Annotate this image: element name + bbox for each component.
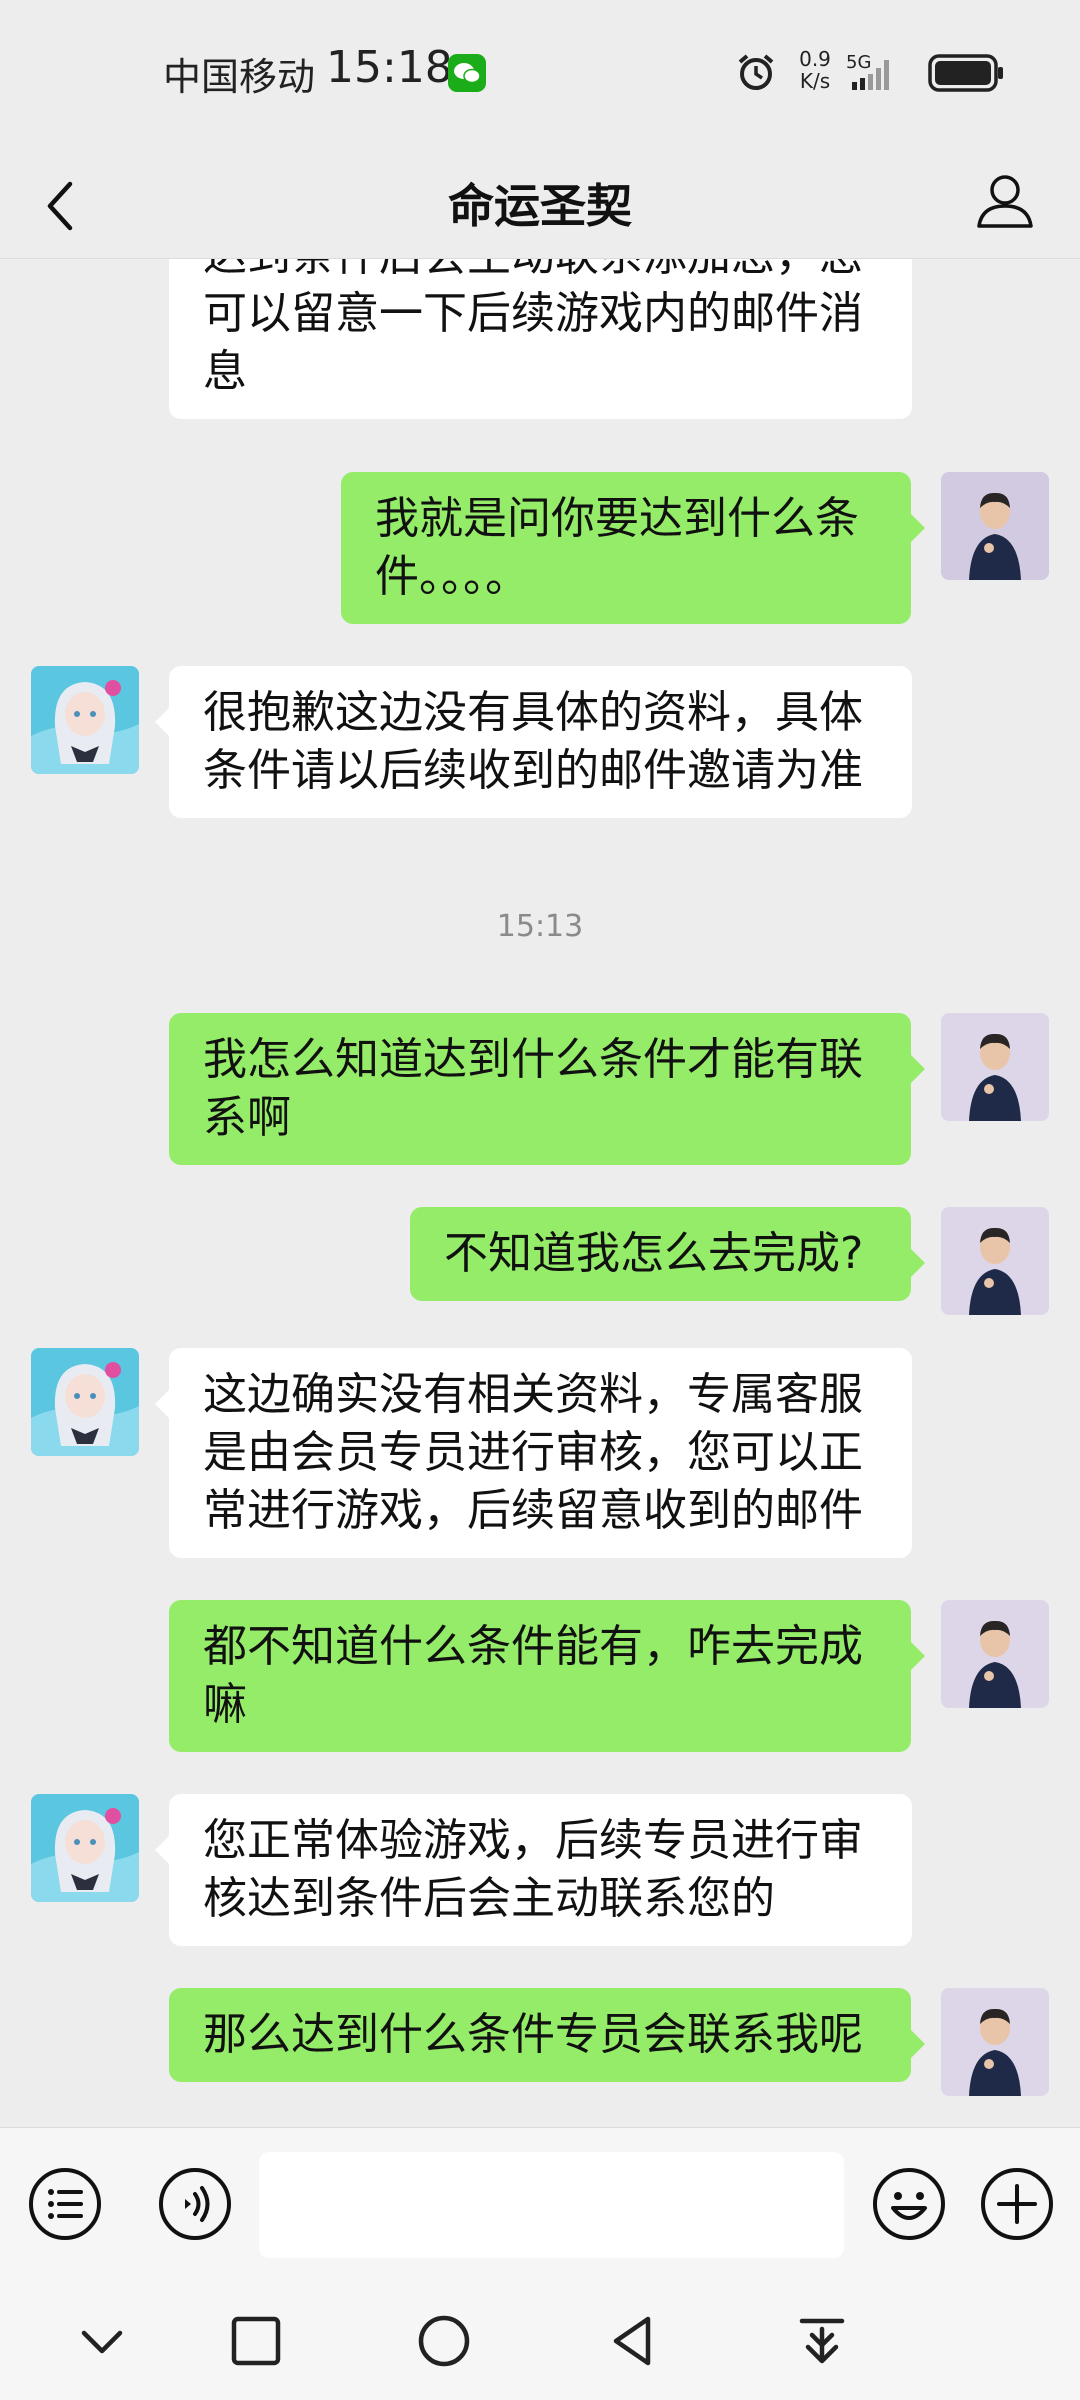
status-time: 15:18 [326,42,453,93]
my-avatar[interactable] [941,1600,1049,1708]
network-type: 5G [846,52,871,73]
incoming-message[interactable]: 很抱歉这边没有具体的资料，具体条件请以后续收到的邮件邀请为准 [155,666,912,818]
carrier-name: 中国移动 [163,55,316,99]
system-navigation-bar [0,2283,1080,2400]
wechat-notification-icon [448,54,486,92]
menu-list-icon[interactable] [27,2166,103,2242]
chevron-down-icon[interactable] [70,2309,134,2373]
outgoing-message[interactable]: 那么达到什么条件专员会联系我呢 [169,1988,925,2082]
message-list[interactable]: 达到条件后会主动联系添加您，您可以留意一下后续游戏内的邮件消息 我就是问你要达到… [0,259,1080,2127]
message-text-input[interactable] [259,2152,844,2258]
battery-icon [928,54,1006,96]
outgoing-message[interactable]: 我就是问你要达到什么条件。。。。 [341,472,925,624]
outgoing-message[interactable]: 都不知道什么条件能有，咋去完成嘛 [169,1600,925,1752]
alarm-icon [734,50,778,98]
signal-icon: 5G [846,52,916,96]
home-circle-icon[interactable] [412,2309,476,2373]
incoming-message[interactable]: 达到条件后会主动联系添加您，您可以留意一下后续游戏内的邮件消息 [169,259,912,419]
service-avatar[interactable] [31,666,139,774]
my-avatar[interactable] [941,1207,1049,1315]
voice-icon[interactable] [157,2166,233,2242]
my-avatar[interactable] [941,1988,1049,2096]
status-bar: 中国移动 15:18 0.9 K/s 5G [0,0,1080,146]
my-avatar[interactable] [941,472,1049,580]
back-triangle-icon[interactable] [602,2309,666,2373]
recents-square-icon[interactable] [224,2309,288,2373]
message-input-bar [0,2127,1080,2284]
incoming-message[interactable]: 您正常体验游戏，后续专员进行审核达到条件后会主动联系您的 [155,1794,912,1946]
network-speed-unit: K/s [799,69,831,93]
plus-icon[interactable] [979,2166,1055,2242]
download-icon[interactable] [790,2309,854,2373]
message-timestamp: 15:13 [496,909,584,944]
incoming-message[interactable]: 这边确实没有相关资料，专属客服是由会员专员进行审核，您可以正常进行游戏，后续留意… [155,1348,912,1558]
emoji-icon[interactable] [871,2166,947,2242]
network-speed: 0.9 K/s [793,48,837,92]
my-avatar[interactable] [941,1013,1049,1121]
contact-profile-icon[interactable] [974,164,1036,238]
outgoing-message[interactable]: 不知道我怎么去完成? [410,1207,925,1301]
network-speed-value: 0.9 [799,47,831,71]
service-avatar[interactable] [31,1794,139,1902]
chat-header: 命运圣契 [0,146,1080,259]
service-avatar[interactable] [31,1348,139,1456]
outgoing-message[interactable]: 我怎么知道达到什么条件才能有联系啊 [169,1013,925,1165]
chat-title: 命运圣契 [448,179,632,233]
